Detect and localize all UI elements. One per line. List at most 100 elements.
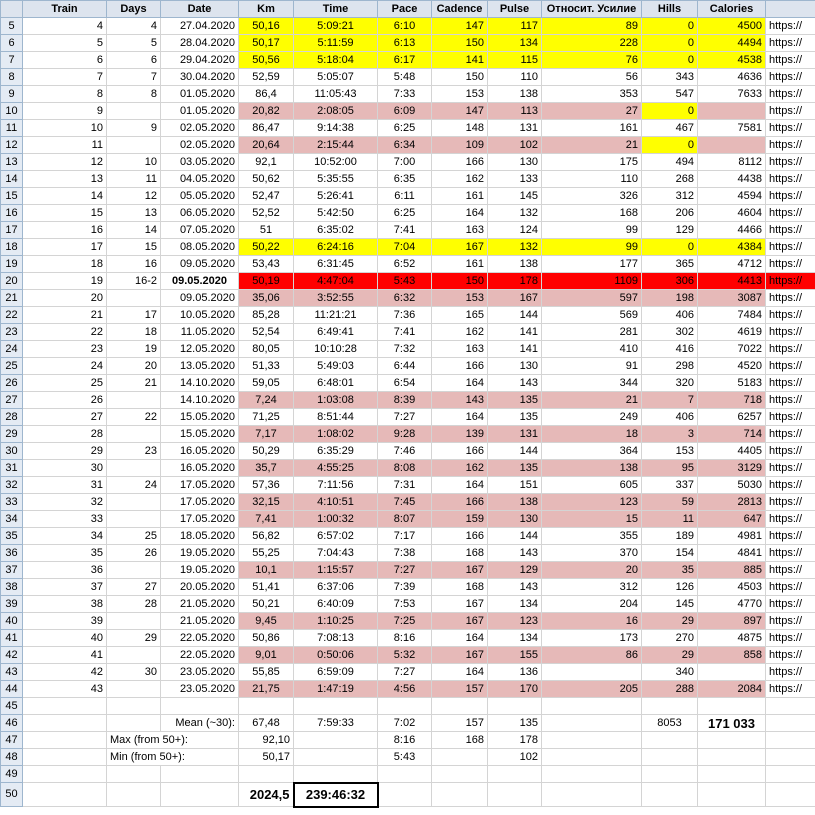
cell-train[interactable]: 43 (22, 680, 107, 698)
cell-link[interactable]: https:// (765, 323, 815, 341)
cell-train[interactable]: 34 (22, 527, 107, 545)
cell-time[interactable]: 1:03:08 (293, 391, 378, 409)
cell-days[interactable] (106, 459, 161, 477)
cell-pace[interactable]: 6:11 (377, 187, 432, 205)
cell-pace[interactable]: 7:46 (377, 442, 432, 460)
cell-days[interactable]: 19 (106, 340, 161, 358)
cell-effort[interactable]: 326 (541, 187, 642, 205)
cell[interactable] (377, 765, 432, 783)
cell-effort[interactable]: 312 (541, 578, 642, 596)
cell-train[interactable]: 17 (22, 238, 107, 256)
cell[interactable] (541, 731, 642, 749)
row-header[interactable]: 19 (0, 255, 23, 273)
cell-pace[interactable]: 8:07 (377, 510, 432, 528)
cell-time[interactable]: 5:26:41 (293, 187, 378, 205)
cell-link[interactable]: https:// (765, 612, 815, 630)
cell-days[interactable] (106, 391, 161, 409)
cell-train[interactable]: 10 (22, 119, 107, 137)
cell-calories[interactable]: 7633 (697, 85, 766, 103)
cell-pulse[interactable]: 167 (487, 289, 542, 307)
cell-date[interactable]: 02.05.2020 (160, 119, 239, 137)
cell-pace[interactable]: 5:43 (377, 272, 432, 290)
cell-hills[interactable]: 129 (641, 221, 698, 239)
cell-km[interactable]: 52,59 (238, 68, 294, 86)
cell-cadence[interactable]: 166 (431, 442, 488, 460)
cell-calories[interactable] (697, 136, 766, 154)
cell-link[interactable]: https:// (765, 646, 815, 664)
cell-pace[interactable]: 8:16 (377, 629, 432, 647)
cell-time[interactable]: 10:10:28 (293, 340, 378, 358)
column-header-link[interactable] (765, 0, 815, 18)
cell-hills[interactable]: 95 (641, 459, 698, 477)
cell-date[interactable]: 10.05.2020 (160, 306, 239, 324)
cell-date[interactable]: 05.05.2020 (160, 187, 239, 205)
cell-pulse[interactable]: 144 (487, 442, 542, 460)
cell-cadence[interactable]: 167 (431, 612, 488, 630)
cell-days[interactable]: 25 (106, 527, 161, 545)
cell-days[interactable] (106, 680, 161, 698)
cell-effort[interactable]: 20 (541, 561, 642, 579)
cell-km[interactable]: 7,17 (238, 425, 294, 443)
cell-pace[interactable]: 5:48 (377, 68, 432, 86)
cell-pulse[interactable]: 135 (487, 391, 542, 409)
cell-calories[interactable]: 4619 (697, 323, 766, 341)
row-header[interactable]: 27 (0, 391, 23, 409)
cell-km[interactable]: 32,15 (238, 493, 294, 511)
cell-effort[interactable]: 76 (541, 51, 642, 69)
cell-time[interactable]: 1:00:32 (293, 510, 378, 528)
cell[interactable] (765, 782, 815, 807)
cell-link[interactable]: https:// (765, 561, 815, 579)
cell-time[interactable]: 6:37:06 (293, 578, 378, 596)
cell-pulse[interactable]: 132 (487, 204, 542, 222)
row-header[interactable]: 48 (0, 748, 23, 766)
cell-days[interactable]: 5 (106, 34, 161, 52)
cell-calories[interactable]: 4538 (697, 51, 766, 69)
cell[interactable] (22, 714, 107, 732)
cell-pulse[interactable]: 124 (487, 221, 542, 239)
cell-date[interactable]: 27.04.2020 (160, 17, 239, 35)
cell-km[interactable]: 9,45 (238, 612, 294, 630)
cell-link[interactable]: https:// (765, 527, 815, 545)
cell-cadence[interactable]: 167 (431, 561, 488, 579)
cell[interactable] (106, 782, 161, 807)
cell[interactable] (487, 697, 542, 715)
cell-effort[interactable]: 569 (541, 306, 642, 324)
cell-time[interactable]: 1:10:25 (293, 612, 378, 630)
cell[interactable] (293, 748, 378, 766)
cell-calories[interactable]: 4413 (697, 272, 766, 290)
cell-time[interactable]: 8:51:44 (293, 408, 378, 426)
cell-hills[interactable]: 312 (641, 187, 698, 205)
cell-time[interactable]: 5:18:04 (293, 51, 378, 69)
row-header[interactable]: 47 (0, 731, 23, 749)
cell-calories[interactable]: 4405 (697, 442, 766, 460)
cell[interactable] (765, 714, 815, 732)
cell-pulse[interactable]: 144 (487, 306, 542, 324)
cell-date[interactable]: 03.05.2020 (160, 153, 239, 171)
cell-link[interactable]: https:// (765, 17, 815, 35)
cell-hills[interactable]: 270 (641, 629, 698, 647)
cell-calories[interactable]: 4503 (697, 578, 766, 596)
cell-train[interactable]: 38 (22, 595, 107, 613)
cell-time[interactable]: 6:59:09 (293, 663, 378, 681)
cell-pulse[interactable]: 134 (487, 595, 542, 613)
cell-km[interactable]: 52,54 (238, 323, 294, 341)
cell-hills[interactable]: 153 (641, 442, 698, 460)
cell-km[interactable]: 21,75 (238, 680, 294, 698)
cell-pulse[interactable]: 131 (487, 425, 542, 443)
cell-effort[interactable]: 173 (541, 629, 642, 647)
cell-calories[interactable]: 4500 (697, 17, 766, 35)
cell[interactable] (765, 697, 815, 715)
cell-train[interactable]: 15 (22, 204, 107, 222)
cell-effort[interactable]: 281 (541, 323, 642, 341)
cell-cadence[interactable]: 162 (431, 323, 488, 341)
cell-hills[interactable]: 340 (641, 663, 698, 681)
cell-train[interactable]: 24 (22, 357, 107, 375)
cell-km[interactable]: 51 (238, 221, 294, 239)
cell-days[interactable] (106, 136, 161, 154)
cell-days[interactable]: 7 (106, 68, 161, 86)
cell[interactable] (431, 748, 488, 766)
cell-date[interactable]: 22.05.2020 (160, 646, 239, 664)
cell-train[interactable]: 33 (22, 510, 107, 528)
cell-days[interactable] (106, 612, 161, 630)
cell-calories[interactable]: 714 (697, 425, 766, 443)
